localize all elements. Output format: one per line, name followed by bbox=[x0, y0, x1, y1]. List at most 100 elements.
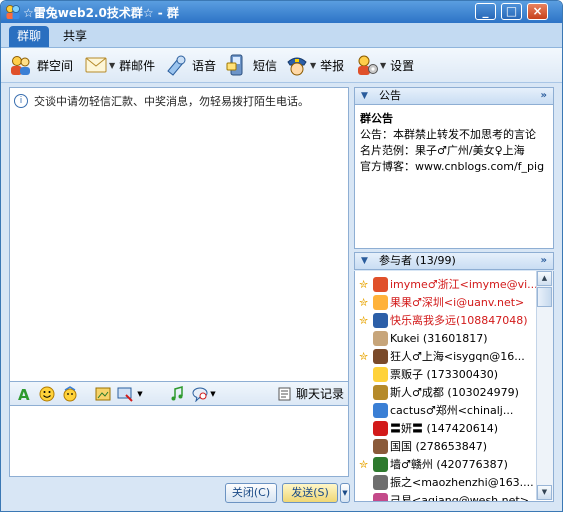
expand-chevron-icon[interactable]: » bbox=[541, 88, 547, 104]
chevron-down-icon[interactable]: ▼ bbox=[208, 385, 218, 403]
avatar-icon[interactable] bbox=[373, 366, 388, 382]
member-name: 果果♂深圳<i@uanv.net> bbox=[390, 296, 525, 309]
group-mail-button[interactable]: ▼ 群邮件 bbox=[84, 53, 155, 77]
collapse-triangle-icon[interactable]: ▼ bbox=[361, 88, 368, 104]
music-icon[interactable] bbox=[168, 385, 186, 403]
send-image-icon[interactable] bbox=[94, 385, 112, 403]
message-input[interactable] bbox=[9, 406, 349, 477]
member-list-item[interactable]: ✮ 墙♂赣州 (420776387) bbox=[359, 455, 537, 473]
history-icon bbox=[278, 387, 291, 400]
report-button[interactable]: ▼ 举报 bbox=[285, 53, 344, 77]
chevron-down-icon[interactable]: ▼ bbox=[135, 385, 145, 403]
settings-label: 设置 bbox=[390, 58, 415, 73]
member-list-item[interactable]: 振之<maozhenzhi@163.... bbox=[359, 473, 537, 491]
right-panel: ▼ 公告 » 群公告 公告：本群禁止转发不加思考的言论 名片范例：果子♂广州/美… bbox=[354, 87, 556, 506]
font-icon[interactable]: A bbox=[15, 385, 33, 403]
emoticon-icon[interactable] bbox=[38, 385, 56, 403]
admin-star-icon: ✮ bbox=[359, 295, 369, 309]
report-label: 举报 bbox=[320, 58, 345, 73]
close-window-button[interactable]: × bbox=[527, 3, 548, 20]
voice-button[interactable]: 语音 bbox=[164, 53, 216, 77]
chat-history-button[interactable]: 聊天记录 bbox=[278, 385, 344, 402]
member-list-item[interactable]: ✮ imyme♂浙江<imyme@vi... bbox=[359, 275, 537, 293]
avatar-icon[interactable] bbox=[373, 474, 388, 490]
member-list-item[interactable]: 国国 (278653847) bbox=[359, 437, 537, 455]
system-message: i 交谈中请勿轻信汇款、中奖消息，勿轻易拨打陌生电话。 bbox=[14, 93, 309, 109]
member-list-item[interactable]: cactus♂郑州<chinalj... bbox=[359, 401, 537, 419]
member-name: 快乐离我多远(108847048) bbox=[390, 314, 528, 327]
scroll-up-icon[interactable]: ▲ bbox=[537, 271, 552, 286]
chevron-down-icon[interactable]: ▼ bbox=[380, 61, 386, 70]
window-title: ☆雷兔web2.0技术群☆ - 群 bbox=[23, 6, 179, 20]
sms-button[interactable]: 短信 bbox=[225, 53, 277, 77]
tab-group-chat[interactable]: 群聊 bbox=[9, 26, 50, 47]
avatar-icon[interactable] bbox=[373, 456, 388, 472]
member-list-item[interactable]: 己易<agiang@wesh.net> bbox=[359, 491, 537, 501]
avatar-icon[interactable] bbox=[373, 438, 388, 454]
screenshot-icon[interactable] bbox=[116, 385, 134, 403]
collapse-triangle-icon[interactable]: ▼ bbox=[361, 253, 368, 269]
member-name: 墙♂赣州 (420776387) bbox=[390, 458, 508, 471]
member-name: 国国 (278653847) bbox=[390, 440, 488, 453]
chevron-down-icon[interactable]: ▼ bbox=[310, 61, 316, 70]
member-name: 票贩子 (173300430) bbox=[390, 368, 499, 381]
member-list-item[interactable]: 票贩子 (173300430) bbox=[359, 365, 537, 383]
admin-star-icon: ✮ bbox=[359, 457, 369, 471]
avatar-icon[interactable] bbox=[373, 348, 388, 364]
settings-button[interactable]: ▼ 设置 bbox=[355, 53, 414, 77]
phone-icon bbox=[226, 54, 243, 76]
mail-icon bbox=[85, 57, 107, 73]
member-list-item[interactable]: ✮ 果果♂深圳<i@uanv.net> bbox=[359, 293, 537, 311]
member-list-scrollbar[interactable]: ▲ ▼ bbox=[536, 271, 553, 500]
people-icon bbox=[11, 56, 30, 75]
tab-bar: 群聊 共享 bbox=[1, 23, 562, 48]
group-icon bbox=[6, 5, 20, 19]
member-list-item[interactable]: ✮ 狂人♂上海<isygqn@16... bbox=[359, 347, 537, 365]
avatar-icon[interactable] bbox=[373, 294, 388, 310]
announcement-content: 群公告 公告：本群禁止转发不加思考的言论 名片范例：果子♂广州/美女♀上海 官方… bbox=[354, 105, 554, 249]
group-mail-label: 群邮件 bbox=[119, 58, 156, 73]
avatar-icon[interactable] bbox=[373, 384, 388, 400]
group-space-button[interactable]: 群空间 bbox=[9, 53, 73, 77]
announcement-header[interactable]: ▼ 公告 » bbox=[354, 87, 554, 105]
announcement-title: 群公告 bbox=[360, 112, 393, 125]
bubble-style-icon[interactable] bbox=[191, 385, 209, 403]
avatar-icon[interactable] bbox=[373, 276, 388, 292]
members-header[interactable]: ▼ 参与者 (13/99) » bbox=[354, 252, 554, 270]
maximize-button[interactable]: □ bbox=[501, 3, 522, 20]
chevron-down-icon[interactable]: ▼ bbox=[109, 61, 115, 70]
voice-icon bbox=[167, 55, 186, 76]
avatar-icon[interactable] bbox=[373, 492, 388, 501]
announcement-header-label: 公告 bbox=[379, 89, 401, 102]
tab-share[interactable]: 共享 bbox=[55, 26, 95, 47]
magic-emoticon-icon[interactable] bbox=[61, 385, 79, 403]
announcement-body: 公告：本群禁止转发不加思考的言论 bbox=[360, 128, 536, 141]
scroll-thumb[interactable] bbox=[537, 287, 552, 307]
member-name: imyme♂浙江<imyme@vi... bbox=[390, 278, 537, 291]
avatar-icon[interactable] bbox=[373, 312, 388, 328]
send-options-chevron-icon[interactable]: ▼ bbox=[340, 483, 350, 503]
voice-label: 语音 bbox=[192, 58, 217, 73]
admin-star-icon: ✮ bbox=[359, 349, 369, 363]
avatar-icon[interactable] bbox=[373, 330, 388, 346]
member-list-item[interactable]: 斯人♂成都 (103024979) bbox=[359, 383, 537, 401]
member-list-item[interactable]: ✮ 快乐离我多远(108847048) bbox=[359, 311, 537, 329]
title-bar[interactable]: ☆雷兔web2.0技术群☆ - 群 _ □ × bbox=[1, 1, 562, 23]
member-list-item[interactable]: Kukei (31601817) bbox=[359, 329, 537, 347]
avatar-icon[interactable] bbox=[373, 420, 388, 436]
admin-star-icon: ✮ bbox=[359, 313, 369, 327]
close-button[interactable]: 关闭(C) bbox=[225, 483, 277, 503]
member-list: ✮ imyme♂浙江<imyme@vi... ✮ 果果♂深圳<i@uanv.net> ✮… bbox=[354, 271, 554, 502]
send-button[interactable]: 发送(S) bbox=[282, 483, 338, 503]
expand-chevron-icon[interactable]: » bbox=[541, 253, 547, 269]
member-list-item[interactable]: 〓妍〓 (147420614) bbox=[359, 419, 537, 437]
info-icon: i bbox=[14, 94, 28, 108]
chat-history-area[interactable]: i 交谈中请勿轻信汇款、中奖消息，勿轻易拨打陌生电话。 bbox=[9, 87, 349, 382]
toolbar: 群空间 ▼ 群邮件 语音 短信 ▼ 举报 ▼ 设置 bbox=[1, 48, 562, 83]
scroll-down-icon[interactable]: ▼ bbox=[537, 485, 552, 500]
avatar-icon[interactable] bbox=[373, 402, 388, 418]
member-name: 斯人♂成都 (103024979) bbox=[390, 386, 519, 399]
member-name: 〓妍〓 (147420614) bbox=[390, 422, 499, 435]
system-message-text: 交谈中请勿轻信汇款、中奖消息，勿轻易拨打陌生电话。 bbox=[34, 95, 309, 108]
minimize-button[interactable]: _ bbox=[475, 3, 496, 20]
